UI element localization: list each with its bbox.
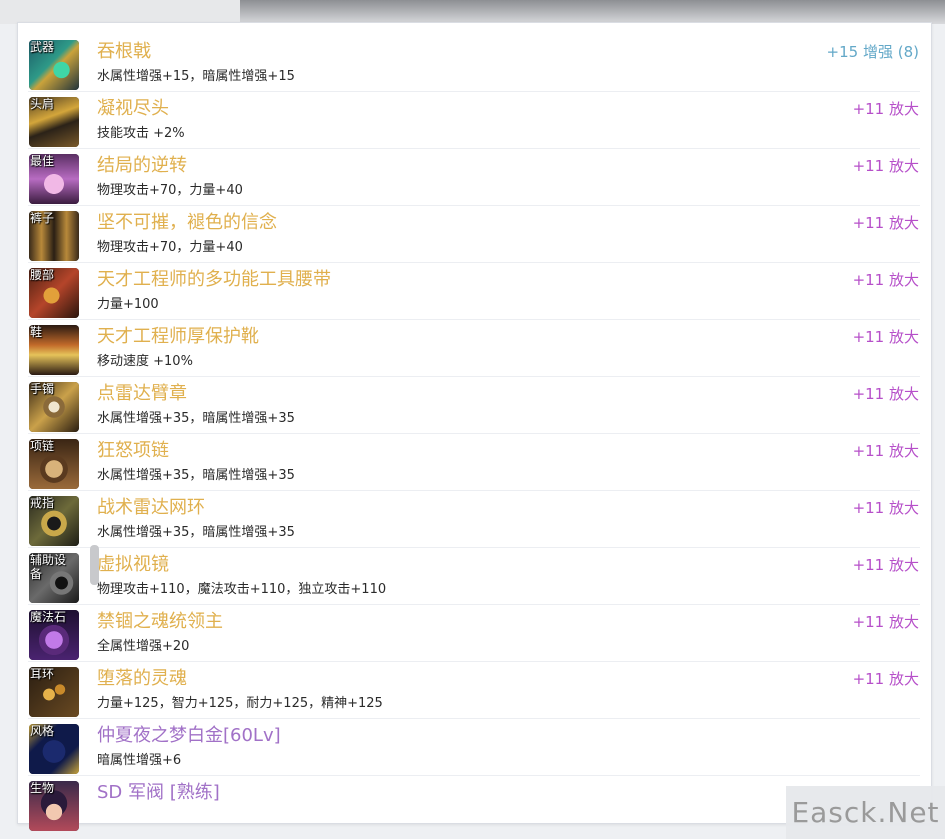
item-name: 狂怒项链	[97, 440, 169, 461]
slot-label: 戒指	[30, 496, 55, 510]
slot-label: 生物	[30, 781, 55, 795]
equipment-row-shoulder[interactable]: 头肩 凝视尽头 技能攻击 +2% +11 放大	[28, 92, 920, 149]
item-stats: 暗属性增强+6	[97, 753, 182, 768]
item-name: 堕落的灵魂	[97, 668, 187, 689]
equipment-row-top[interactable]: 最佳 结局的逆转 物理攻击+70，力量+40 +11 放大	[28, 149, 920, 206]
item-name: 天才工程师厚保护靴	[97, 326, 259, 347]
item-stats: 物理攻击+110，魔法攻击+110，独立攻击+110	[97, 582, 387, 597]
bracelet-icon: 手镯	[29, 382, 79, 432]
support-device-icon: 辅助设 备	[29, 553, 79, 603]
item-stats: 物理攻击+70，力量+40	[97, 240, 243, 255]
slot-label: 裤子	[30, 211, 55, 225]
enhance-level: +11 放大	[852, 157, 919, 175]
item-stats: 全属性增强+20	[97, 639, 190, 654]
slot-label: 手镯	[30, 382, 55, 396]
item-stats: 水属性增强+35，暗属性增强+35	[97, 411, 295, 426]
item-name: 禁锢之魂统领主	[97, 611, 223, 632]
ring-icon: 戒指	[29, 496, 79, 546]
enhance-level: +11 放大	[852, 100, 919, 118]
equipment-row-support[interactable]: 辅助设 备 虚拟视镜 物理攻击+110，魔法攻击+110，独立攻击+110 +1…	[28, 548, 920, 605]
shoulder-icon: 头肩	[29, 97, 79, 147]
item-stats: 物理攻击+70，力量+40	[97, 183, 243, 198]
enhance-level: +11 放大	[852, 670, 919, 688]
slot-label: 最佳	[30, 154, 55, 168]
item-stats: 技能攻击 +2%	[97, 126, 185, 141]
enhance-level: +11 放大	[852, 613, 919, 631]
pants-icon: 裤子	[29, 211, 79, 261]
belt-icon: 腰部	[29, 268, 79, 318]
top-bar	[0, 0, 945, 24]
item-stats: 水属性增强+35，暗属性增强+35	[97, 468, 295, 483]
slot-label: 头肩	[30, 97, 55, 111]
earring-icon: 耳环	[29, 667, 79, 717]
enhance-level: +11 放大	[852, 214, 919, 232]
boots-icon: 鞋	[29, 325, 79, 375]
top-bar-tab	[0, 0, 240, 24]
item-name: 凝视尽头	[97, 98, 169, 119]
equipment-row-necklace[interactable]: 项链 狂怒项链 水属性增强+35，暗属性增强+35 +11 放大	[28, 434, 920, 491]
creature-icon: 生物	[29, 781, 79, 831]
equipment-row-magic-stone[interactable]: 魔法石 禁锢之魂统领主 全属性增强+20 +11 放大	[28, 605, 920, 662]
item-stats: 水属性增强+15，暗属性增强+15	[97, 69, 295, 84]
slot-label: 腰部	[30, 268, 55, 282]
item-name: 吞根戟	[97, 41, 151, 62]
equipment-row-ring[interactable]: 戒指 战术雷达网环 水属性增强+35，暗属性增强+35 +11 放大	[28, 491, 920, 548]
equipment-row-earring[interactable]: 耳环 堕落的灵魂 力量+125，智力+125，耐力+125，精神+125 +11…	[28, 662, 920, 719]
equipment-row-bracelet[interactable]: 手镯 点雷达臂章 水属性增强+35，暗属性增强+35 +11 放大	[28, 377, 920, 434]
item-name: 仲夏夜之梦白金[60Lv]	[97, 725, 281, 746]
enhance-level: +15 增强 (8)	[826, 43, 919, 61]
equipment-row-pants[interactable]: 裤子 坚不可摧，褪色的信念 物理攻击+70，力量+40 +11 放大	[28, 206, 920, 263]
item-name: 点雷达臂章	[97, 383, 187, 404]
item-stats: 力量+125，智力+125，耐力+125，精神+125	[97, 696, 383, 711]
slot-label: 魔法石	[30, 610, 67, 624]
top-armor-icon: 最佳	[29, 154, 79, 204]
equipment-row-belt[interactable]: 腰部 天才工程师的多功能工具腰带 力量+100 +11 放大	[28, 263, 920, 320]
item-name: 坚不可摧，褪色的信念	[97, 212, 277, 233]
item-name: 战术雷达网环	[97, 497, 205, 518]
equipment-list: 武器 吞根戟 水属性增强+15，暗属性增强+15 +15 增强 (8) 头肩 凝…	[28, 35, 920, 832]
drag-handle[interactable]	[90, 545, 99, 585]
equipment-row-style[interactable]: 风格 仲夏夜之梦白金[60Lv] 暗属性增强+6	[28, 719, 920, 776]
slot-label: 鞋	[30, 325, 43, 339]
item-stats: 移动速度 +10%	[97, 354, 193, 369]
item-name: 虚拟视镜	[97, 554, 169, 575]
item-stats: 水属性增强+35，暗属性增强+35	[97, 525, 295, 540]
enhance-level: +11 放大	[852, 499, 919, 517]
enhance-level: +11 放大	[852, 328, 919, 346]
equipment-row-weapon[interactable]: 武器 吞根戟 水属性增强+15，暗属性增强+15 +15 增强 (8)	[28, 35, 920, 92]
enhance-level: +11 放大	[852, 442, 919, 460]
slot-label: 风格	[30, 724, 55, 738]
slot-label: 辅助设 备	[30, 553, 67, 581]
weapon-icon: 武器	[29, 40, 79, 90]
enhance-level: +11 放大	[852, 385, 919, 403]
item-stats: 力量+100	[97, 297, 159, 312]
item-name: 结局的逆转	[97, 155, 187, 176]
equipment-panel: 武器 吞根戟 水属性增强+15，暗属性增强+15 +15 增强 (8) 头肩 凝…	[17, 22, 932, 831]
necklace-icon: 项链	[29, 439, 79, 489]
enhance-level: +11 放大	[852, 271, 919, 289]
equipment-row-boots[interactable]: 鞋 天才工程师厚保护靴 移动速度 +10% +11 放大	[28, 320, 920, 377]
slot-label: 耳环	[30, 667, 55, 681]
slot-label: 武器	[30, 40, 55, 54]
item-name: SD 军阀 [熟练]	[97, 782, 220, 803]
style-icon: 风格	[29, 724, 79, 774]
watermark: Easck.Net	[786, 786, 945, 839]
item-name: 天才工程师的多功能工具腰带	[97, 269, 331, 290]
magic-stone-icon: 魔法石	[29, 610, 79, 660]
enhance-level: +11 放大	[852, 556, 919, 574]
slot-label: 项链	[30, 439, 55, 453]
